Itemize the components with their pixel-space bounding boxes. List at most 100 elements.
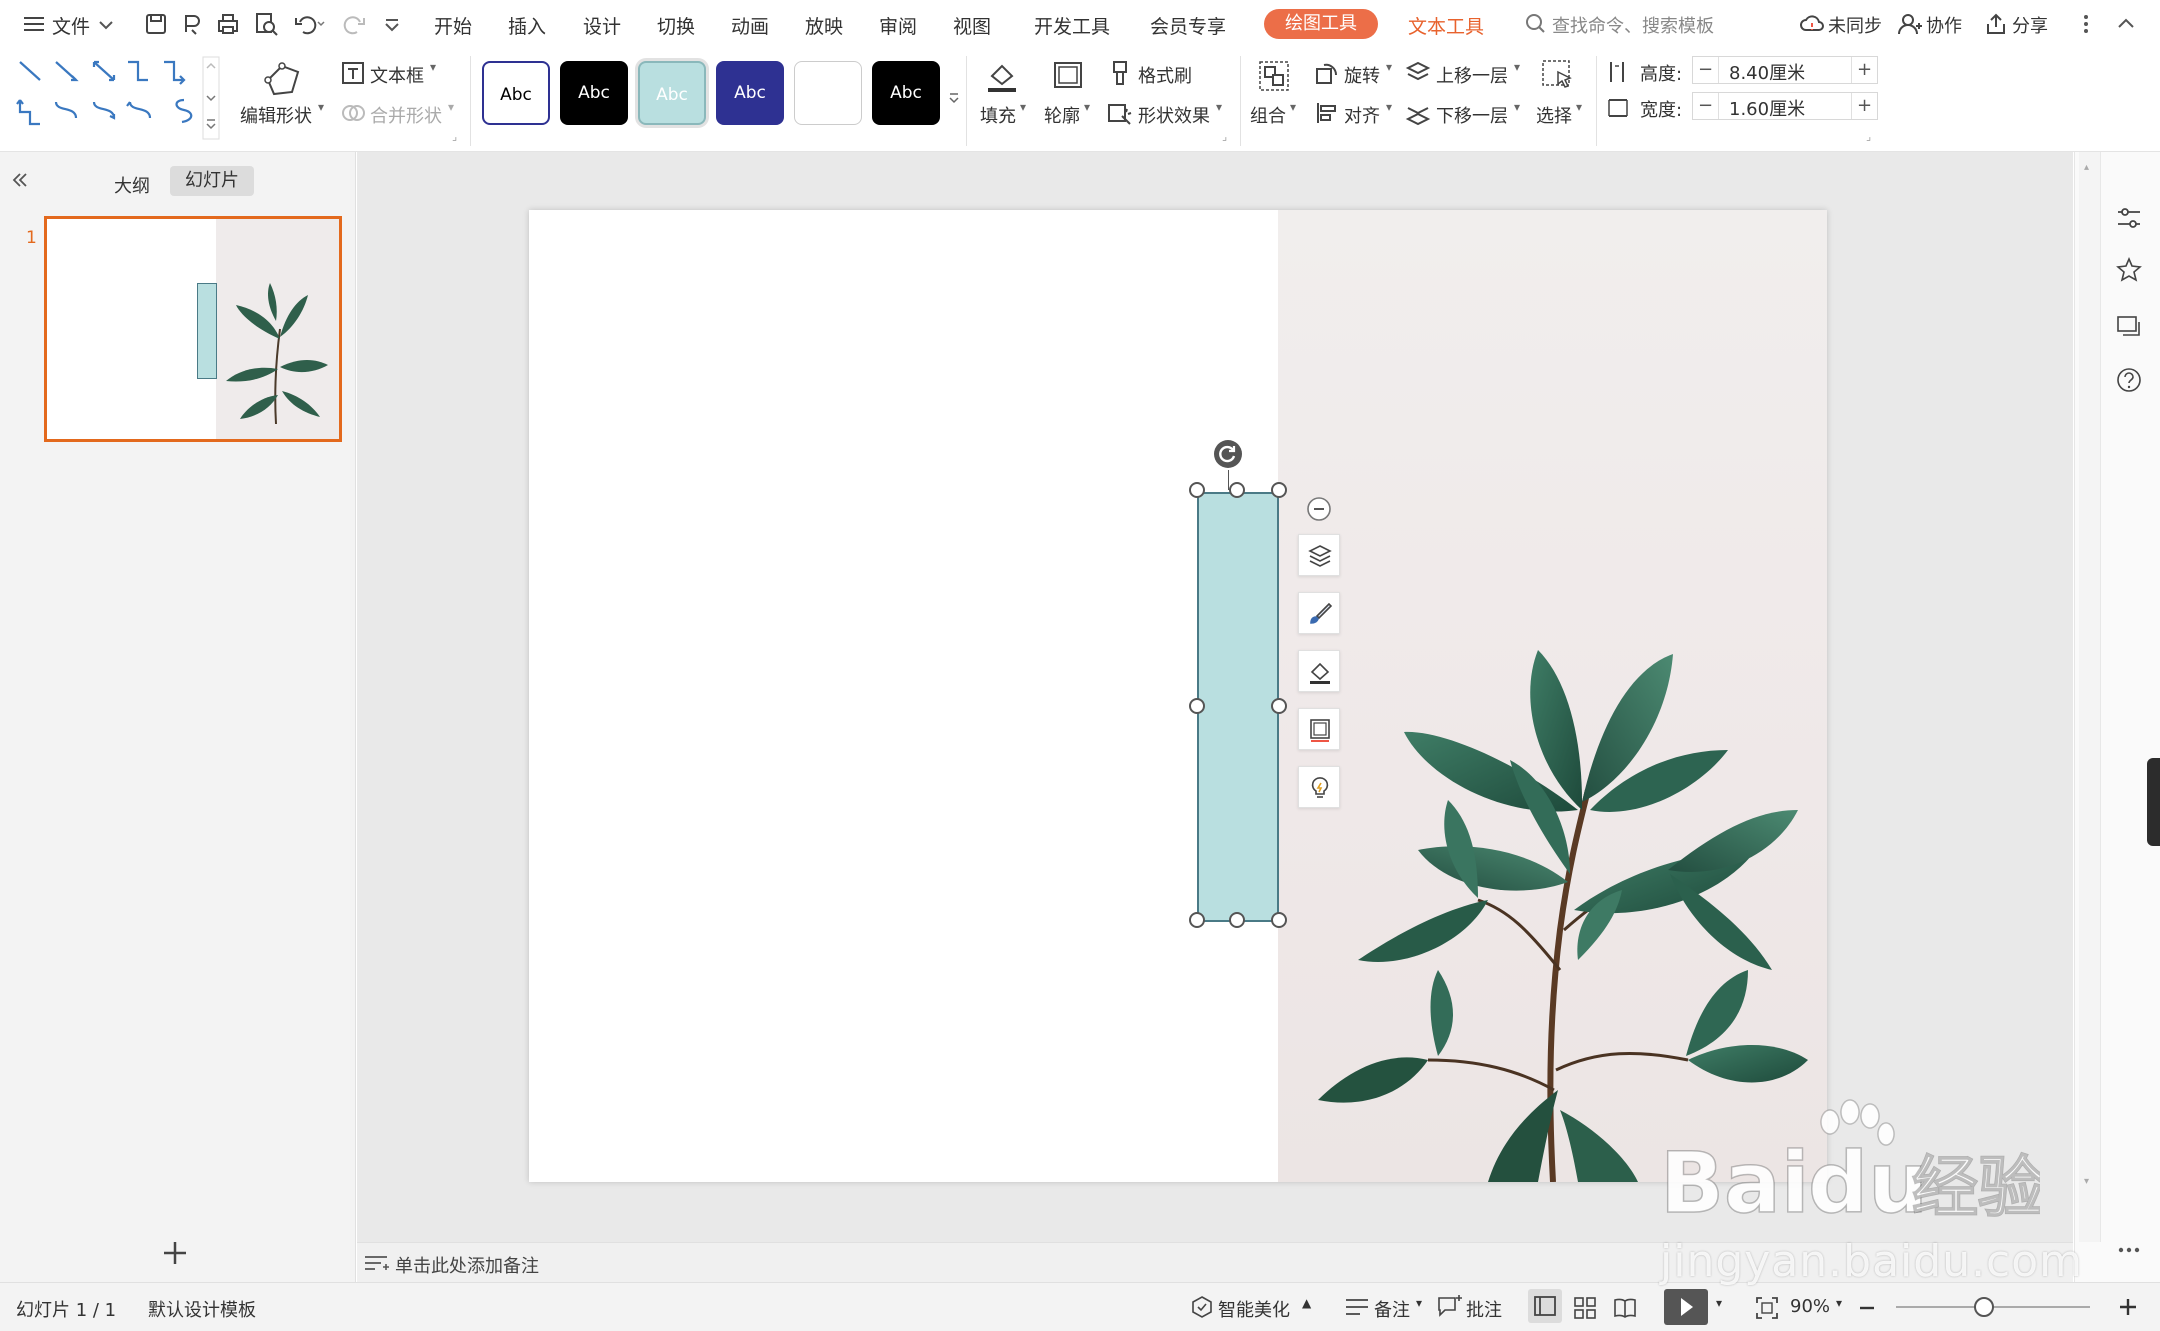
plant-photo[interactable] — [1278, 210, 1827, 1182]
textbox-button[interactable]: 文本框 — [370, 62, 424, 88]
layers-button[interactable] — [1298, 534, 1340, 576]
send-backward-button[interactable]: 下移一层 — [1436, 102, 1508, 128]
dialog-launcher-icon[interactable]: ⌟ — [452, 130, 457, 143]
dropdown-arrow-icon[interactable]: ▾ — [318, 100, 324, 114]
edit-shape-button[interactable]: 编辑形状 — [240, 102, 312, 128]
tab-view[interactable]: 视图 — [953, 12, 991, 39]
tab-member[interactable]: 会员专享 — [1150, 12, 1226, 39]
shape-effects-button[interactable]: 形状效果 — [1138, 102, 1210, 128]
outline-button[interactable]: 轮廓 — [1044, 102, 1080, 128]
chevron-up-icon[interactable]: ▲ — [1302, 1296, 1311, 1310]
reading-view-icon[interactable] — [1612, 1295, 1638, 1321]
share-icon[interactable] — [1982, 10, 2010, 38]
shape-style-navy[interactable]: Abc — [716, 61, 784, 125]
tab-review[interactable]: 审阅 — [879, 12, 917, 39]
hamburger-menu-icon[interactable] — [20, 10, 48, 38]
width-increase-button[interactable]: + — [1851, 93, 1877, 119]
quick-fill-button[interactable] — [1298, 650, 1340, 692]
selected-rectangle-shape[interactable] — [1197, 492, 1279, 922]
dialog-launcher-icon[interactable]: ⌟ — [1866, 130, 1871, 143]
smart-suggestion-button[interactable] — [1298, 766, 1340, 808]
style-gallery-more-icon[interactable] — [946, 60, 962, 130]
bring-forward-button[interactable]: 上移一层 — [1436, 62, 1508, 88]
dropdown-arrow-icon[interactable]: ▾ — [1290, 100, 1296, 114]
properties-icon[interactable] — [2115, 204, 2143, 232]
tab-animation[interactable]: 动画 — [731, 12, 769, 39]
zoom-out-icon[interactable] — [1858, 1299, 1876, 1317]
vertical-scrollbar[interactable]: ▴ ▾ — [2079, 152, 2101, 1242]
width-input[interactable]: 1.60厘米 — [1729, 95, 1805, 121]
bring-forward-icon[interactable] — [1404, 60, 1432, 86]
fill-bucket-icon[interactable] — [984, 58, 1020, 94]
dropdown-arrow-icon[interactable]: ▾ — [1020, 100, 1026, 114]
group-button[interactable]: 组合 — [1250, 102, 1286, 128]
connector-gallery[interactable] — [12, 56, 230, 136]
shape-style-black[interactable]: Abc — [560, 61, 628, 125]
resize-handle-right[interactable] — [1271, 698, 1287, 714]
resize-handle-left[interactable] — [1189, 698, 1205, 714]
resize-handle-bottom[interactable] — [1229, 912, 1245, 928]
slide-sorter-icon[interactable] — [1572, 1295, 1598, 1321]
height-decrease-button[interactable]: − — [1693, 57, 1719, 83]
print-preview-icon[interactable] — [252, 10, 280, 38]
tab-drawing-tools[interactable]: 绘图工具 — [1264, 9, 1378, 39]
select-button[interactable]: 选择 — [1536, 102, 1572, 128]
dropdown-arrow-icon[interactable]: ▾ — [1514, 60, 1520, 74]
play-slideshow-button[interactable] — [1664, 1289, 1708, 1325]
redo-icon[interactable] — [340, 10, 368, 38]
dropdown-arrow-icon[interactable]: ▾ — [1514, 100, 1520, 114]
animation-pane-icon[interactable] — [2115, 256, 2143, 284]
tab-slideshow[interactable]: 放映 — [805, 12, 843, 39]
design-template[interactable]: 默认设计模板 — [148, 1296, 256, 1322]
shape-style-light-teal[interactable]: Abc — [638, 61, 706, 125]
format-painter-button[interactable]: 格式刷 — [1138, 62, 1192, 88]
tab-insert[interactable]: 插入 — [508, 12, 546, 39]
comment-icon[interactable] — [1436, 1295, 1462, 1319]
send-backward-icon[interactable] — [1404, 100, 1432, 126]
align-icon[interactable] — [1314, 100, 1340, 126]
print-icon[interactable] — [214, 10, 242, 38]
resize-handle-top[interactable] — [1229, 482, 1245, 498]
zoom-slider-thumb[interactable] — [1974, 1297, 1994, 1317]
chevron-down-icon[interactable] — [96, 10, 124, 38]
search-input[interactable]: 查找命令、搜索模板 — [1552, 12, 1714, 38]
dialog-launcher-icon[interactable]: ⌟ — [1222, 130, 1227, 143]
slide-thumbnail[interactable] — [44, 216, 342, 442]
align-button[interactable]: 对齐 — [1344, 102, 1380, 128]
edit-shape-icon[interactable] — [262, 58, 306, 98]
collapse-ribbon-icon[interactable] — [2112, 10, 2140, 38]
side-widget-tab[interactable] — [2147, 758, 2160, 846]
tab-text-tools[interactable]: 文本工具 — [1408, 12, 1484, 39]
tab-transitions[interactable]: 切换 — [657, 12, 695, 39]
outline-icon[interactable] — [1050, 58, 1086, 94]
resize-handle-top-right[interactable] — [1271, 482, 1287, 498]
shape-style-outline-navy[interactable]: Abc — [482, 61, 550, 125]
normal-view-button[interactable] — [1528, 1289, 1562, 1323]
zoom-level[interactable]: 90% — [1790, 1296, 1830, 1317]
fit-to-window-icon[interactable] — [1754, 1295, 1780, 1321]
resize-handle-bottom-right[interactable] — [1271, 912, 1287, 928]
textbox-icon[interactable] — [340, 60, 366, 86]
share-button[interactable]: 分享 — [2012, 12, 2048, 38]
format-painter-icon[interactable] — [1108, 60, 1132, 86]
tab-design[interactable]: 设计 — [583, 12, 621, 39]
shape-style-black-2[interactable]: Abc — [872, 61, 940, 125]
notes-toggle-button[interactable]: 备注 — [1374, 1296, 1410, 1322]
dropdown-arrow-icon[interactable]: ▾ — [1716, 1296, 1722, 1310]
dropdown-arrow-icon[interactable]: ▾ — [430, 60, 436, 74]
undo-icon[interactable] — [292, 10, 325, 38]
rotate-icon[interactable] — [1314, 60, 1340, 86]
cloud-sync-icon[interactable] — [1798, 10, 1826, 38]
slide-transition-icon[interactable] — [2115, 312, 2143, 340]
zoom-in-icon[interactable] — [2118, 1297, 2138, 1317]
collapse-quickbar-icon[interactable] — [1306, 496, 1332, 522]
collapse-panel-icon[interactable] — [10, 170, 30, 190]
export-pdf-icon[interactable] — [178, 10, 206, 38]
height-input[interactable]: 8.40厘米 — [1729, 59, 1805, 85]
height-increase-button[interactable]: + — [1851, 57, 1877, 83]
dropdown-arrow-icon[interactable]: ▾ — [1084, 100, 1090, 114]
tab-developer[interactable]: 开发工具 — [1034, 12, 1110, 39]
smart-beautify-button[interactable]: 智能美化 — [1218, 1296, 1290, 1322]
resize-handle-top-left[interactable] — [1189, 482, 1205, 498]
width-stepper[interactable]: − 1.60厘米 + — [1692, 92, 1878, 120]
